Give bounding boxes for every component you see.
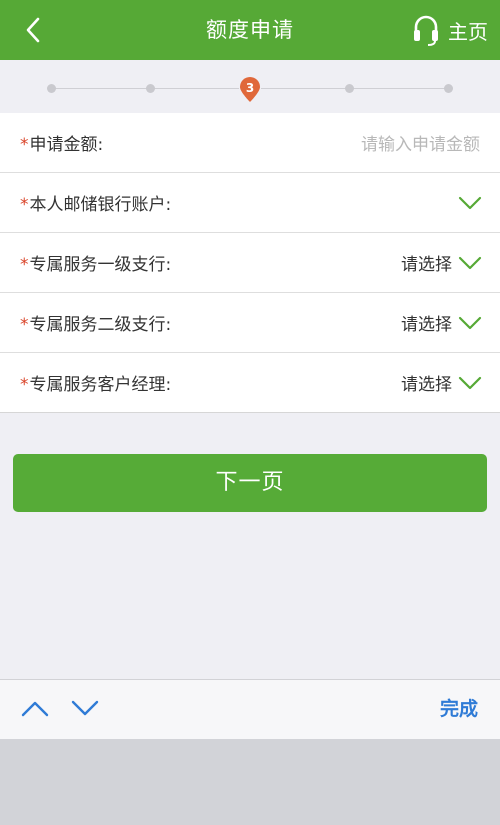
next-page-button[interactable]: 下一页 — [13, 454, 487, 512]
progress-stepper: 3 — [0, 60, 500, 113]
app-header: 额度申请 主页 — [0, 0, 500, 60]
chevron-down-icon[interactable] — [458, 375, 482, 391]
step-dot-5 — [444, 84, 453, 93]
branch-level1-label: *专属服务一级支行: — [20, 255, 172, 275]
current-step-number: 3 — [246, 81, 254, 95]
bank-account-label: *本人邮储银行账户: — [20, 195, 172, 215]
application-form: *申请金额: 请输入申请金额 *本人邮储银行账户: *专属服务一级支行: 请选择… — [0, 113, 500, 413]
chevron-down-icon[interactable] — [458, 315, 482, 331]
account-manager-select[interactable]: 请选择 — [401, 370, 452, 395]
keyboard-toolbar: 完成 — [0, 679, 500, 739]
branch-level1-row[interactable]: *专属服务一级支行: 请选择 — [0, 233, 500, 293]
step-active-marker: 3 — [239, 77, 261, 103]
account-manager-label: *专属服务客户经理: — [20, 375, 172, 395]
progress-line-right — [261, 88, 449, 89]
amount-label: *申请金额: — [20, 135, 104, 155]
branch-level2-select[interactable]: 请选择 — [401, 310, 452, 335]
amount-row: *申请金额: 请输入申请金额 — [0, 113, 500, 173]
branch-level1-select[interactable]: 请选择 — [401, 250, 452, 275]
chevron-up-icon[interactable] — [20, 697, 50, 719]
step-dot-4 — [345, 84, 354, 93]
headset-icon — [414, 15, 438, 46]
branch-level2-label: *专属服务二级支行: — [20, 315, 172, 335]
bank-account-row[interactable]: *本人邮储银行账户: — [0, 173, 500, 233]
step-dot-1 — [47, 84, 56, 93]
chevron-down-icon[interactable] — [458, 255, 482, 271]
progress-line-left — [51, 88, 239, 89]
chevron-down-icon[interactable] — [458, 195, 482, 211]
amount-input[interactable]: 请输入申请金额 — [361, 130, 480, 155]
chevron-down-icon[interactable] — [70, 697, 100, 719]
home-label: 主页 — [448, 19, 488, 44]
branch-level2-row[interactable]: *专属服务二级支行: 请选择 — [0, 293, 500, 353]
done-button[interactable]: 完成 — [440, 680, 478, 739]
home-button[interactable]: 主页 — [412, 10, 488, 50]
account-manager-row[interactable]: *专属服务客户经理: 请选择 — [0, 353, 500, 413]
keyboard-area — [0, 739, 500, 825]
step-dot-2 — [146, 84, 155, 93]
